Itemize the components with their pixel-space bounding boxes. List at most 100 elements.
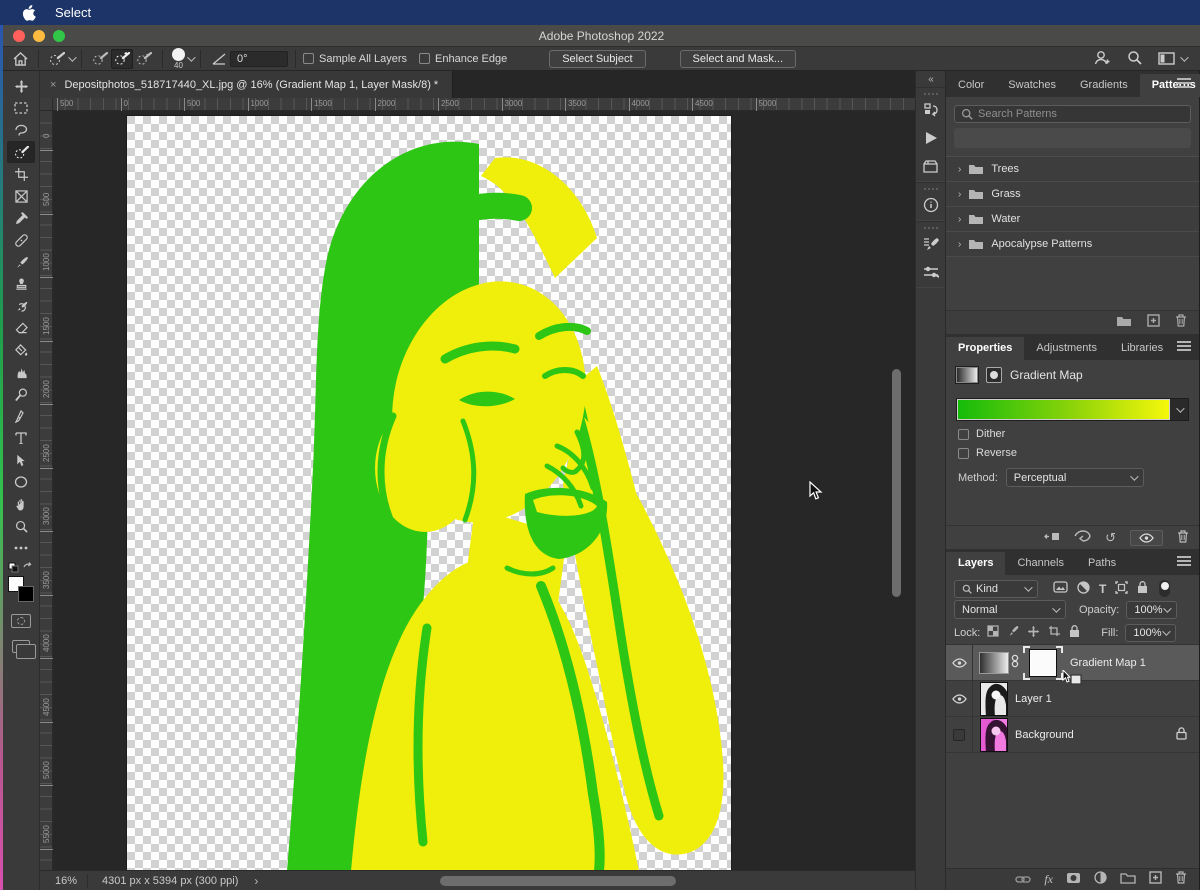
opacity-field[interactable]: 100% <box>1126 601 1176 619</box>
angle-input[interactable]: 0° <box>230 51 288 67</box>
layer-thumbnail[interactable] <box>980 718 1008 752</box>
zoom-tool[interactable] <box>7 515 35 537</box>
pattern-folder-trees[interactable]: › Trees <box>946 157 1199 182</box>
layer-thumbnail[interactable] <box>980 682 1008 716</box>
history-brush-tool[interactable] <box>7 295 35 317</box>
move-tool[interactable] <box>7 75 35 97</box>
lock-artboard-icon[interactable] <box>1048 625 1061 640</box>
layer-filter-toggle[interactable] <box>1159 580 1170 597</box>
new-layer-icon[interactable] <box>1149 871 1162 889</box>
new-pattern-group-icon[interactable] <box>1116 314 1132 332</box>
close-tab-icon[interactable]: × <box>50 79 56 91</box>
background-color-swatch[interactable] <box>18 586 34 602</box>
new-group-icon[interactable] <box>1120 871 1136 889</box>
layers-panel-menu-icon[interactable] <box>1177 556 1191 566</box>
properties-tab-adjustments[interactable]: Adjustments <box>1024 337 1109 360</box>
lasso-tool[interactable] <box>7 119 35 141</box>
toggle-visibility-button[interactable] <box>1130 530 1163 546</box>
layer-mask-thumbnail[interactable] <box>1023 646 1063 680</box>
background-lock-icon[interactable] <box>1176 727 1187 743</box>
frame-tool[interactable] <box>7 185 35 207</box>
layer-row-background[interactable]: Background <box>946 717 1199 753</box>
lock-image-pixels-icon[interactable] <box>1007 625 1019 640</box>
filter-smart-objects-icon[interactable] <box>1137 581 1148 597</box>
default-and-swap-colors[interactable] <box>7 561 35 575</box>
actions-play-icon[interactable] <box>921 129 941 147</box>
fill-field[interactable]: 100% <box>1125 624 1175 642</box>
layers-tab-layers[interactable]: Layers <box>946 552 1005 575</box>
reverse-checkbox[interactable]: Reverse <box>958 447 1199 459</box>
ellipse-tool[interactable] <box>7 471 35 493</box>
lock-all-icon[interactable] <box>1069 625 1080 641</box>
patterns-tab-swatches[interactable]: Swatches <box>996 74 1068 97</box>
collapse-panels-icon[interactable]: « <box>928 74 933 85</box>
layer-mask-link-icon[interactable] <box>1011 654 1019 671</box>
status-more-chevron-icon[interactable]: › <box>254 874 258 888</box>
search-patterns-input[interactable]: Search Patterns <box>954 105 1191 123</box>
tool-preset-brush-icon[interactable] <box>46 49 68 69</box>
link-layers-icon[interactable] <box>1015 871 1031 889</box>
brush-size-chevron-icon[interactable] <box>187 53 195 61</box>
layer-visibility-toggle[interactable] <box>946 717 973 753</box>
patterns-panel-menu-icon[interactable] <box>1177 78 1191 88</box>
filter-adjustment-layers-icon[interactable] <box>1077 581 1090 597</box>
vertical-ruler[interactable]: 0500100015002000250030003500400045005000… <box>40 111 53 870</box>
layer-row-gradient-map-1[interactable]: Gradient Map 1 <box>946 645 1199 681</box>
zoom-level-field[interactable]: 16% <box>40 875 87 887</box>
layers-tab-paths[interactable]: Paths <box>1076 552 1128 575</box>
crop-tool[interactable] <box>7 163 35 185</box>
close-window-button[interactable] <box>13 30 25 42</box>
expand-chevron-icon[interactable]: › <box>958 189 961 200</box>
horizontal-scrollbar-thumb[interactable] <box>440 876 676 886</box>
apple-menu-icon[interactable] <box>14 5 44 21</box>
minimize-window-button[interactable] <box>33 30 45 42</box>
spot-healing-tool[interactable] <box>7 229 35 251</box>
patterns-tab-gradients[interactable]: Gradients <box>1068 74 1140 97</box>
lock-position-icon[interactable] <box>1027 625 1040 641</box>
delete-adjustment-icon[interactable] <box>1177 530 1189 546</box>
workspace-switcher[interactable] <box>1158 52 1186 65</box>
properties-tab-libraries[interactable]: Libraries <box>1109 337 1175 360</box>
gradient-picker[interactable] <box>956 398 1189 421</box>
lock-transparent-pixels-icon[interactable] <box>987 625 999 640</box>
reset-adjustment-icon[interactable]: ↺ <box>1105 530 1116 546</box>
vertical-scrollbar-thumb[interactable] <box>892 369 901 597</box>
quick-selection-tool[interactable] <box>7 141 35 163</box>
version-history-icon[interactable] <box>921 101 941 119</box>
hand-tool[interactable] <box>7 493 35 515</box>
method-select[interactable]: Perceptual <box>1006 468 1144 487</box>
gradient-layer-thumbnail[interactable] <box>979 652 1009 674</box>
libraries-icon[interactable] <box>921 157 941 175</box>
share-invite-icon[interactable] <box>1094 50 1111 68</box>
filter-pixel-layers-icon[interactable] <box>1053 581 1068 596</box>
expand-chevron-icon[interactable]: › <box>958 239 961 250</box>
menu-select[interactable]: Select <box>44 0 134 25</box>
layer-filter-select[interactable]: Kind <box>954 580 1038 598</box>
layer-visibility-toggle[interactable] <box>946 681 973 717</box>
pattern-folder-apocalypse-patterns[interactable]: › Apocalypse Patterns <box>946 232 1199 257</box>
layer-name[interactable]: Background <box>1015 729 1074 741</box>
filter-type-layers-icon[interactable]: T <box>1099 582 1106 596</box>
zoom-window-button[interactable] <box>53 30 65 42</box>
add-layer-mask-icon[interactable] <box>1066 871 1081 889</box>
properties-tab-properties[interactable]: Properties <box>946 337 1024 360</box>
type-tool[interactable] <box>7 427 35 449</box>
dodge-tool[interactable] <box>7 383 35 405</box>
canvas-viewport[interactable] <box>53 111 915 870</box>
adjustments-sliders-icon[interactable] <box>921 263 941 281</box>
layer-name[interactable]: Layer 1 <box>1015 693 1052 705</box>
gradient-preview[interactable] <box>957 399 1170 420</box>
brush-size-picker[interactable]: 40 <box>172 48 185 70</box>
screen-mode-button[interactable] <box>12 640 30 653</box>
add-to-selection-mode-icon[interactable] <box>111 49 133 69</box>
gradient-chevron-icon[interactable] <box>1170 399 1188 420</box>
view-previous-state-icon[interactable] <box>1074 530 1091 545</box>
quick-mask-mode-button[interactable] <box>11 614 31 628</box>
path-select-tool[interactable] <box>7 449 35 471</box>
filter-shape-layers-icon[interactable] <box>1115 581 1128 597</box>
expand-chevron-icon[interactable]: › <box>958 214 961 225</box>
layers-tab-channels[interactable]: Channels <box>1005 552 1075 575</box>
search-icon[interactable] <box>1127 50 1142 68</box>
brush-tool[interactable] <box>7 251 35 273</box>
blend-mode-select[interactable]: Normal <box>954 600 1066 619</box>
